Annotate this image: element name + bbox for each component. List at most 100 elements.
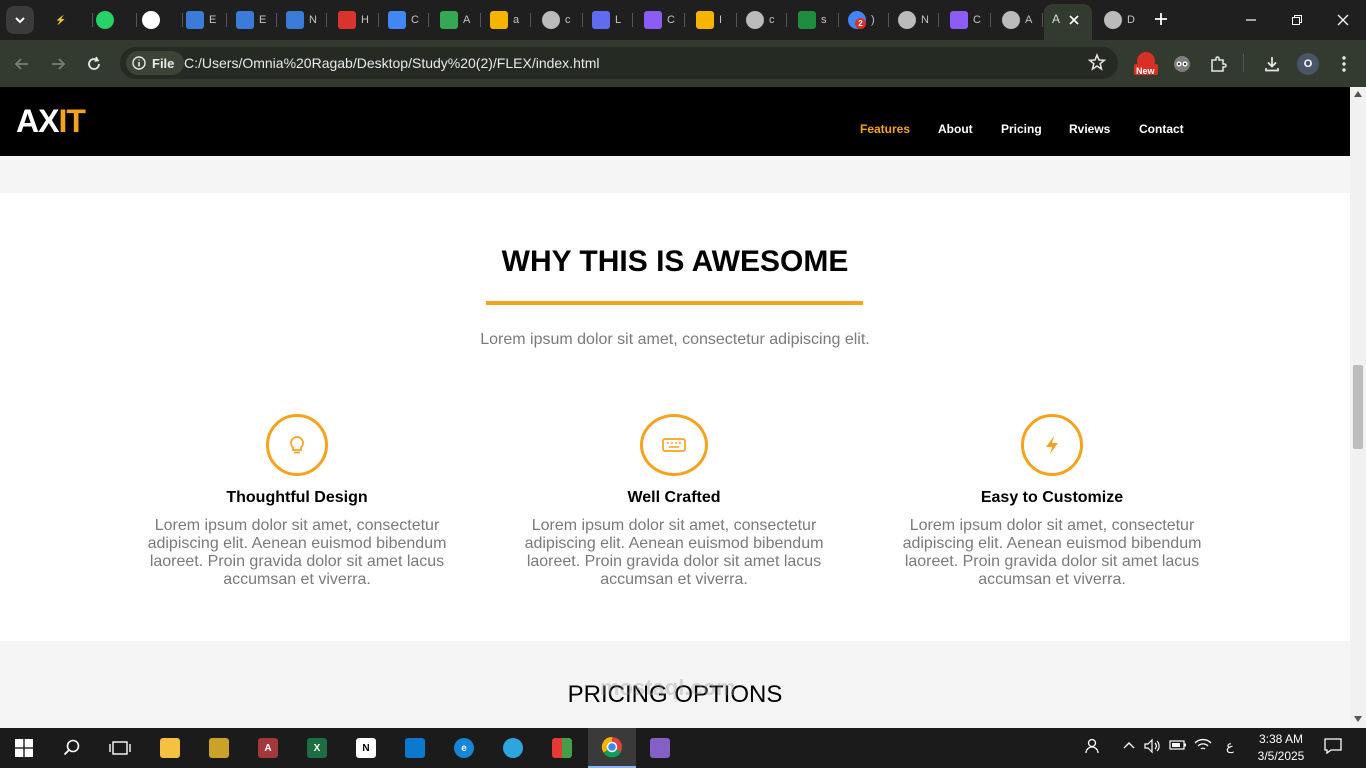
browser-tab[interactable]: a [490, 6, 519, 34]
browser-tab[interactable]: N [286, 6, 317, 34]
telegram-icon [503, 738, 523, 758]
downloads-button[interactable] [1260, 52, 1284, 76]
nav-about[interactable]: About [938, 122, 973, 136]
tab-separator [888, 13, 889, 27]
taskbar-multicolor-app[interactable] [550, 736, 574, 760]
browser-tab[interactable]: E [236, 6, 266, 34]
globe-icon [1002, 11, 1020, 29]
browser-tab[interactable]: ⚡ [52, 6, 70, 34]
minimize-button[interactable] [1236, 6, 1266, 34]
feature-text: Lorem ipsum dolor sit amet, consectetur … [524, 517, 824, 588]
reload-button[interactable] [82, 52, 106, 76]
tab-title: C [411, 14, 419, 26]
taskbar-notion[interactable]: N [354, 736, 378, 760]
browser-tab[interactable] [96, 6, 114, 34]
taskbar-edge[interactable]: e [452, 736, 476, 760]
browser-tab[interactable]: c [542, 6, 571, 34]
tab-title: C [973, 14, 981, 26]
chevron-up-icon[interactable] [1122, 738, 1136, 755]
clock-time: 3:38 AM [1258, 732, 1304, 746]
notion-n-icon [186, 11, 204, 29]
back-button[interactable] [10, 52, 34, 76]
tab-separator [276, 13, 277, 27]
tab-separator [326, 13, 327, 27]
language-indicator[interactable]: ع [1226, 738, 1234, 754]
menu-button[interactable] [1332, 52, 1356, 76]
start-button[interactable] [12, 736, 36, 760]
browser-tab[interactable]: H [338, 6, 369, 34]
tab-separator [736, 13, 737, 27]
nav-reviews[interactable]: Rviews [1069, 122, 1110, 136]
page-scrollbar[interactable] [1350, 87, 1366, 728]
title-underline [486, 301, 863, 305]
taskbar-file-explorer[interactable] [158, 736, 182, 760]
clock[interactable]: 3:38 AM 3/5/2025 [1252, 731, 1310, 765]
scroll-down-arrow-icon[interactable] [1354, 716, 1362, 722]
profile-button[interactable]: O [1296, 52, 1320, 76]
scroll-up-arrow-icon[interactable] [1354, 91, 1362, 97]
browser-tab[interactable]: C [950, 6, 981, 34]
kebab-menu-icon [1342, 56, 1346, 72]
nav-features[interactable]: Features [860, 122, 910, 136]
scrollbar-thumb[interactable] [1353, 365, 1363, 449]
tab-separator [938, 13, 939, 27]
browser-tab[interactable] [142, 6, 160, 34]
new-tab-button[interactable] [1150, 8, 1172, 30]
tab-strip: ⚡ E E N H C Aa c L C Ic s 2) N C A D A [0, 0, 1366, 40]
address-bar[interactable]: File C:/Users/Omnia%20Ragab/Desktop/Stud… [120, 47, 1118, 79]
tab-title: L [615, 14, 622, 26]
active-tab[interactable]: A [1044, 4, 1092, 40]
nav-pricing[interactable]: Pricing [1001, 122, 1042, 136]
browser-tab[interactable]: I [696, 6, 722, 34]
search-button[interactable] [60, 736, 84, 760]
browser-toolbar: File C:/Users/Omnia%20Ragab/Desktop/Stud… [0, 40, 1366, 87]
browser-tab[interactable]: 2) [848, 6, 875, 34]
restore-button[interactable] [1282, 6, 1312, 34]
browser-tab[interactable]: C [388, 6, 419, 34]
tab-separator [632, 13, 633, 27]
browser-tab[interactable]: C [644, 6, 675, 34]
tab-search-button[interactable] [6, 6, 34, 34]
tab-title: I [719, 14, 723, 26]
task-view-button[interactable] [108, 736, 132, 760]
browser-tab[interactable]: E [186, 6, 216, 34]
browser-tab[interactable]: D [1104, 6, 1135, 34]
extension-new-button[interactable]: New [1133, 52, 1159, 76]
browser-tab[interactable]: L [592, 6, 621, 34]
clock-date: 3/5/2025 [1257, 749, 1305, 763]
browser-tab[interactable]: s [798, 6, 827, 34]
close-window-button[interactable] [1328, 6, 1358, 34]
arrow-right-icon [52, 58, 66, 70]
battery-icon[interactable] [1169, 738, 1187, 755]
forward-button[interactable] [46, 52, 70, 76]
notification-center-icon[interactable] [1324, 738, 1342, 757]
taskbar-vscode[interactable] [403, 736, 427, 760]
site-logo[interactable]: AXIT [16, 103, 86, 140]
people-icon[interactable] [1085, 738, 1101, 757]
url-text: C:/Users/Omnia%20Ragab/Desktop/Study%20(… [184, 55, 600, 71]
tab-separator [378, 13, 379, 27]
extensions-button[interactable] [1206, 52, 1230, 76]
taskbar-paint-app[interactable] [207, 736, 231, 760]
notion-icon: N [356, 738, 376, 758]
taskbar-visual-studio[interactable] [648, 736, 672, 760]
nav-contact[interactable]: Contact [1139, 122, 1184, 136]
bookmark-button[interactable] [1087, 52, 1107, 76]
extension-eyes-button[interactable] [1170, 52, 1194, 76]
browser-tab[interactable]: N [898, 6, 929, 34]
wifi-icon[interactable] [1194, 738, 1212, 755]
taskbar-chrome-active[interactable] [588, 728, 636, 768]
browser-tab[interactable]: c [746, 6, 775, 34]
site-info-chip[interactable]: File [126, 51, 185, 75]
taskbar-telegram[interactable] [501, 736, 525, 760]
close-icon[interactable] [1068, 14, 1080, 26]
page-viewport: AXIT Features About Pricing Rviews Conta… [0, 87, 1350, 728]
taskbar-excel[interactable]: X [305, 736, 329, 760]
tab-separator [182, 13, 183, 27]
browser-tab[interactable]: A [440, 6, 470, 34]
taskbar-access[interactable]: A [256, 736, 280, 760]
volume-icon[interactable] [1144, 738, 1162, 757]
watermark-text: mostaql.com [600, 675, 736, 700]
minimize-icon [1246, 19, 1256, 21]
browser-tab[interactable]: A [1002, 6, 1032, 34]
